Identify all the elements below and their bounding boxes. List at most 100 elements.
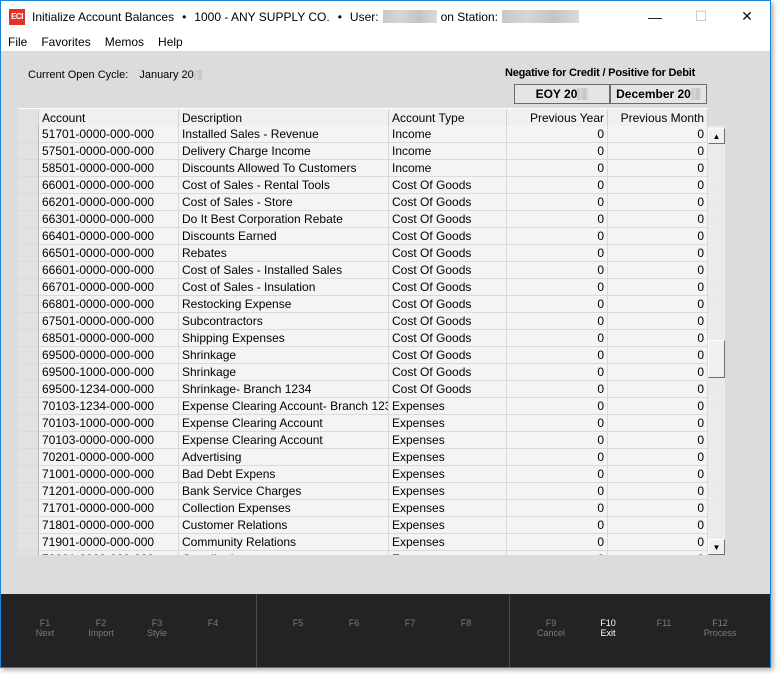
- row-selector[interactable]: [18, 534, 39, 551]
- table-row[interactable]: 70103-0000-000-000 Expense Clearing Accou…: [18, 432, 708, 449]
- fkey-f5[interactable]: F5: [270, 618, 326, 628]
- fkey-f4[interactable]: F4: [185, 618, 241, 628]
- minimize-button[interactable]: —: [632, 1, 678, 32]
- cell-previous-month[interactable]: 0: [608, 279, 708, 296]
- cell-account-type[interactable]: Cost Of Goods: [389, 194, 507, 211]
- cell-account[interactable]: 71901-0000-000-000: [39, 534, 179, 551]
- cell-account-type[interactable]: Cost Of Goods: [389, 330, 507, 347]
- cell-account[interactable]: 66001-0000-000-000: [39, 177, 179, 194]
- cell-description[interactable]: Do It Best Corporation Rebate: [179, 211, 389, 228]
- cell-account[interactable]: 66601-0000-000-000: [39, 262, 179, 279]
- fkey-f12[interactable]: F12 Process: [692, 618, 748, 638]
- cell-previous-year[interactable]: 0: [507, 262, 608, 279]
- row-selector[interactable]: [18, 177, 39, 194]
- fkey-f10[interactable]: F10 Exit: [580, 618, 636, 638]
- row-selector[interactable]: [18, 330, 39, 347]
- cell-account-type[interactable]: Cost Of Goods: [389, 347, 507, 364]
- table-row[interactable]: 69500-1000-000-000 Shrinkage Cost Of Goods…: [18, 364, 708, 381]
- table-row[interactable]: 71001-0000-000-000 Bad Debt Expens Expense…: [18, 466, 708, 483]
- cell-account[interactable]: 51701-0000-000-000: [39, 126, 179, 143]
- cell-previous-month[interactable]: 0: [608, 432, 708, 449]
- cell-previous-year[interactable]: 0: [507, 330, 608, 347]
- cell-account-type[interactable]: Cost Of Goods: [389, 211, 507, 228]
- cell-account[interactable]: 71801-0000-000-000: [39, 517, 179, 534]
- cell-previous-month[interactable]: 0: [608, 381, 708, 398]
- table-row[interactable]: 66601-0000-000-000 Cost of Sales - Instal…: [18, 262, 708, 279]
- cell-account-type[interactable]: Income: [389, 160, 507, 177]
- cell-previous-year[interactable]: 0: [507, 534, 608, 551]
- cell-previous-year[interactable]: 0: [507, 160, 608, 177]
- row-selector[interactable]: [18, 228, 39, 245]
- cell-previous-year[interactable]: 0: [507, 449, 608, 466]
- cell-account-type[interactable]: Expenses: [389, 483, 507, 500]
- cell-description[interactable]: Community Relations: [179, 534, 389, 551]
- cell-account-type[interactable]: Expenses: [389, 432, 507, 449]
- cell-previous-year[interactable]: 0: [507, 296, 608, 313]
- cell-description[interactable]: Cost of Sales - Store: [179, 194, 389, 211]
- cell-previous-year[interactable]: 0: [507, 194, 608, 211]
- table-row[interactable]: 66701-0000-000-000 Cost of Sales - Insula…: [18, 279, 708, 296]
- table-row[interactable]: 66401-0000-000-000 Discounts Earned Cost O…: [18, 228, 708, 245]
- cell-description[interactable]: Rebates: [179, 245, 389, 262]
- maximize-button[interactable]: ☐: [678, 1, 724, 32]
- cell-account-type[interactable]: Income: [389, 143, 507, 160]
- row-selector[interactable]: [18, 296, 39, 313]
- cell-account[interactable]: 70201-0000-000-000: [39, 449, 179, 466]
- column-header-account-type[interactable]: Account Type: [389, 109, 507, 127]
- cell-previous-month[interactable]: 0: [608, 449, 708, 466]
- cell-account[interactable]: 69500-1000-000-000: [39, 364, 179, 381]
- table-row[interactable]: 69500-1234-000-000 Shrinkage- Branch 1234…: [18, 381, 708, 398]
- cell-previous-month[interactable]: 0: [608, 517, 708, 534]
- cell-previous-year[interactable]: 0: [507, 347, 608, 364]
- cell-account-type[interactable]: Expenses: [389, 466, 507, 483]
- cell-account[interactable]: 66401-0000-000-000: [39, 228, 179, 245]
- cell-account[interactable]: 70103-1000-000-000: [39, 415, 179, 432]
- cell-account-type[interactable]: Expenses: [389, 517, 507, 534]
- cell-previous-month[interactable]: 0: [608, 466, 708, 483]
- cell-previous-year[interactable]: 0: [507, 381, 608, 398]
- cell-account[interactable]: 71701-0000-000-000: [39, 500, 179, 517]
- cell-description[interactable]: Cost of Sales - Installed Sales: [179, 262, 389, 279]
- cell-description[interactable]: Shrinkage: [179, 364, 389, 381]
- cell-account-type[interactable]: Cost Of Goods: [389, 296, 507, 313]
- cell-previous-year[interactable]: 0: [507, 143, 608, 160]
- cell-previous-year[interactable]: 0: [507, 228, 608, 245]
- cell-account[interactable]: 57501-0000-000-000: [39, 143, 179, 160]
- menu-file[interactable]: File: [1, 35, 34, 49]
- fkey-f2[interactable]: F2 Import: [73, 618, 129, 638]
- cell-account-type[interactable]: Cost Of Goods: [389, 381, 507, 398]
- cell-account-type[interactable]: Cost Of Goods: [389, 177, 507, 194]
- cell-account-type[interactable]: Expenses: [389, 449, 507, 466]
- fkey-f1[interactable]: F1 Next: [17, 618, 73, 638]
- row-selector[interactable]: [18, 279, 39, 296]
- cell-description[interactable]: Shrinkage: [179, 347, 389, 364]
- cell-account-type[interactable]: Cost Of Goods: [389, 228, 507, 245]
- row-selector[interactable]: [18, 262, 39, 279]
- cell-previous-year[interactable]: 0: [507, 432, 608, 449]
- row-selector[interactable]: [18, 517, 39, 534]
- table-row[interactable]: 68501-0000-000-000 Shipping Expenses Cost …: [18, 330, 708, 347]
- row-selector[interactable]: [18, 415, 39, 432]
- cell-previous-month[interactable]: 0: [608, 228, 708, 245]
- cell-previous-year[interactable]: 0: [507, 279, 608, 296]
- cell-account[interactable]: 68501-0000-000-000: [39, 330, 179, 347]
- cell-previous-month[interactable]: 0: [608, 245, 708, 262]
- fkey-f8[interactable]: F8: [438, 618, 494, 628]
- cell-previous-year[interactable]: 0: [507, 211, 608, 228]
- cell-previous-month[interactable]: 0: [608, 211, 708, 228]
- cell-description[interactable]: Restocking Expense: [179, 296, 389, 313]
- cell-previous-month[interactable]: 0: [608, 262, 708, 279]
- cell-description[interactable]: Cost of Sales - Insulation: [179, 279, 389, 296]
- cell-previous-year[interactable]: 0: [507, 364, 608, 381]
- cell-previous-month[interactable]: 0: [608, 194, 708, 211]
- cell-description[interactable]: Cost of Sales - Rental Tools: [179, 177, 389, 194]
- cell-previous-year[interactable]: 0: [507, 466, 608, 483]
- row-selector[interactable]: [18, 211, 39, 228]
- cell-previous-year[interactable]: 0: [507, 483, 608, 500]
- cell-previous-month[interactable]: 0: [608, 534, 708, 551]
- table-row[interactable]: 58501-0000-000-000 Discounts Allowed To C…: [18, 160, 708, 177]
- scroll-up-arrow-icon[interactable]: ▲: [708, 128, 725, 144]
- table-row[interactable]: 66001-0000-000-000 Cost of Sales - Rental…: [18, 177, 708, 194]
- cell-previous-month[interactable]: 0: [608, 415, 708, 432]
- row-selector[interactable]: [18, 347, 39, 364]
